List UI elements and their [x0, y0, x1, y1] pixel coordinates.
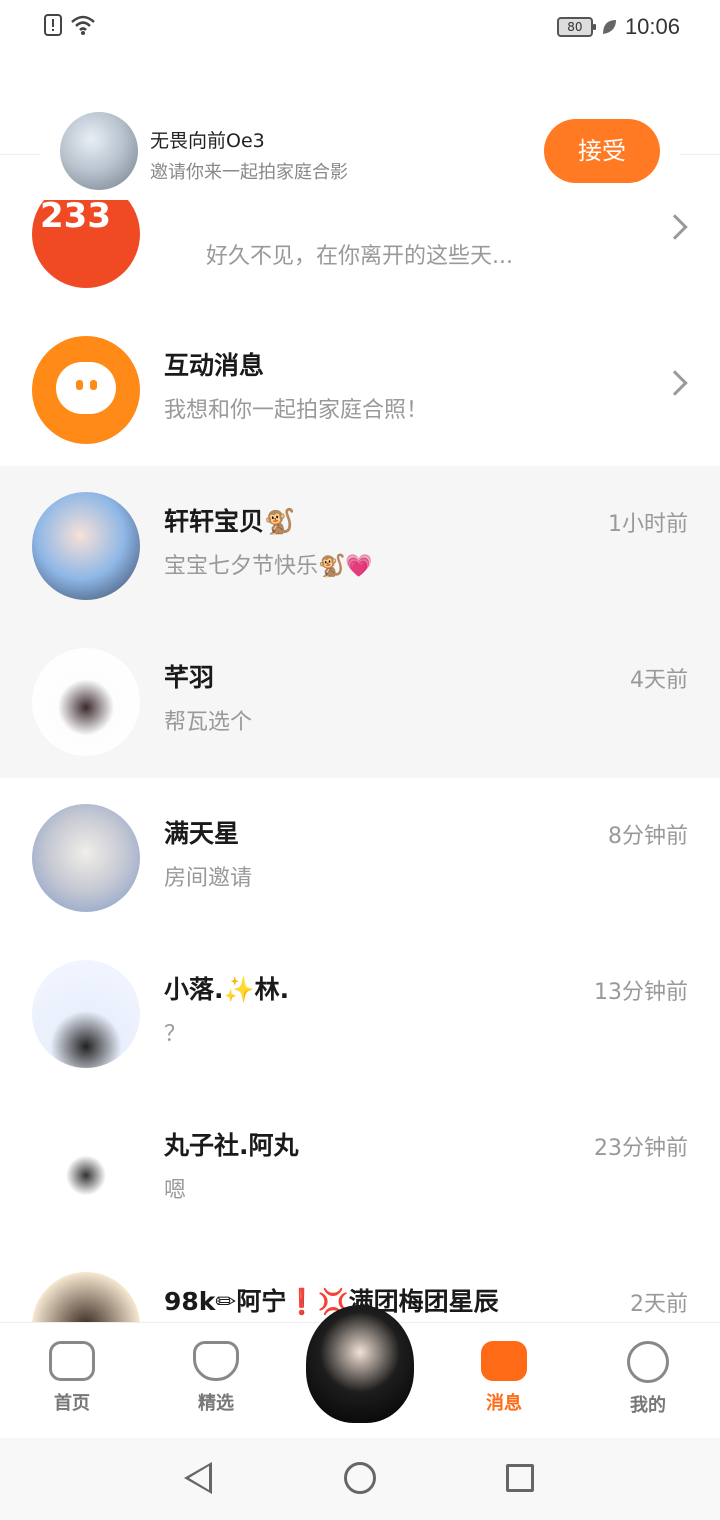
- tab-home[interactable]: 首页: [22, 1341, 122, 1415]
- list-item-subtitle: 嗯: [164, 1178, 187, 1203]
- tab-profile[interactable]: 我的: [598, 1341, 698, 1417]
- list-item-time: 13分钟前: [594, 980, 688, 1005]
- list-item-chat[interactable]: 轩轩宝贝🐒 宝宝七夕节快乐🐒💗 1小时前: [0, 466, 720, 622]
- avatar: [32, 492, 140, 600]
- list-item-time: 1小时前: [608, 512, 688, 537]
- inviter-name: 无畏向前Oe3: [150, 130, 265, 152]
- home-icon[interactable]: [344, 1462, 376, 1494]
- status-bar: 80 10:06: [0, 0, 720, 56]
- list-item-chat[interactable]: 小落.✨林. ？ 13分钟前: [0, 934, 720, 1090]
- profile-face-icon: [627, 1341, 669, 1383]
- chat-bubble-icon: [56, 362, 116, 414]
- tab-label: 首页: [54, 1393, 90, 1414]
- avatar: [32, 804, 140, 912]
- list-item-title: 互动消息: [164, 351, 265, 380]
- tab-messages[interactable]: 消息: [454, 1341, 554, 1415]
- notification-alert-icon: [44, 14, 62, 36]
- avatar-message-bubble: [32, 336, 140, 444]
- message-icon: [481, 1341, 527, 1381]
- power-saving-leaf-icon: [602, 20, 616, 34]
- bottom-navigation: 首页 精选 消息 我的: [0, 1305, 720, 1438]
- back-icon[interactable]: [184, 1462, 212, 1494]
- tab-featured[interactable]: 精选: [166, 1341, 266, 1415]
- gamepad-icon: [49, 1341, 95, 1381]
- avatar: [32, 648, 140, 756]
- system-navigation-bar: [0, 1438, 720, 1520]
- list-item-interactive-messages[interactable]: 互动消息 我想和你一起拍家庭合照！: [0, 310, 720, 466]
- list-item-subtitle: 帮瓦选个: [164, 710, 253, 735]
- list-item-time: 2天前: [630, 1292, 688, 1317]
- list-item-time: 8分钟前: [608, 824, 688, 849]
- battery-indicator: 80: [556, 17, 596, 37]
- list-item-title: 满天星: [164, 819, 240, 848]
- list-item-chat[interactable]: 满天星 房间邀请 8分钟前: [0, 778, 720, 934]
- center-character-avatar[interactable]: [306, 1305, 414, 1423]
- list-item-subtitle: ？: [164, 1022, 187, 1047]
- wifi-icon: [71, 15, 95, 35]
- chevron-right-icon: [662, 214, 688, 240]
- accept-invite-button[interactable]: 接受: [544, 119, 660, 183]
- list-item-time: 4天前: [630, 668, 688, 693]
- list-item-subtitle: 房间邀请: [164, 866, 253, 891]
- tab-label: 我的: [630, 1395, 666, 1416]
- list-item-title: 芊羽: [164, 663, 215, 692]
- list-item-title: 丸子社.阿丸: [164, 1131, 299, 1160]
- inviter-avatar: [60, 112, 138, 190]
- invite-message: 邀请你来一起拍家庭合影: [150, 162, 348, 183]
- status-time: 10:06: [624, 14, 680, 39]
- list-item-title: 小落.✨林.: [164, 975, 290, 1004]
- list-item-time: 23分钟前: [594, 1136, 688, 1161]
- recent-apps-icon[interactable]: [506, 1464, 534, 1492]
- list-item-subtitle: 我想和你一起拍家庭合照！: [164, 398, 429, 423]
- tab-label: 消息: [486, 1393, 522, 1414]
- tab-label: 精选: [198, 1393, 234, 1414]
- avatar: [32, 960, 140, 1068]
- list-item-subtitle: 宝宝七夕节快乐🐒💗: [164, 554, 373, 579]
- list-item-title: 轩轩宝贝🐒: [164, 507, 296, 536]
- list-item-chat[interactable]: 芊羽 帮瓦选个 4天前: [0, 622, 720, 778]
- list-item-chat[interactable]: 丸子社.阿丸 嗯 23分钟前: [0, 1090, 720, 1246]
- heart-icon: [193, 1341, 239, 1381]
- chevron-right-icon: [662, 370, 688, 396]
- family-photo-invite-banner[interactable]: 无畏向前Oe3 邀请你来一起拍家庭合影 接受: [40, 104, 680, 200]
- list-item-subtitle: 好久不见，在你离开的这些天...: [206, 244, 513, 269]
- avatar: [32, 1116, 140, 1224]
